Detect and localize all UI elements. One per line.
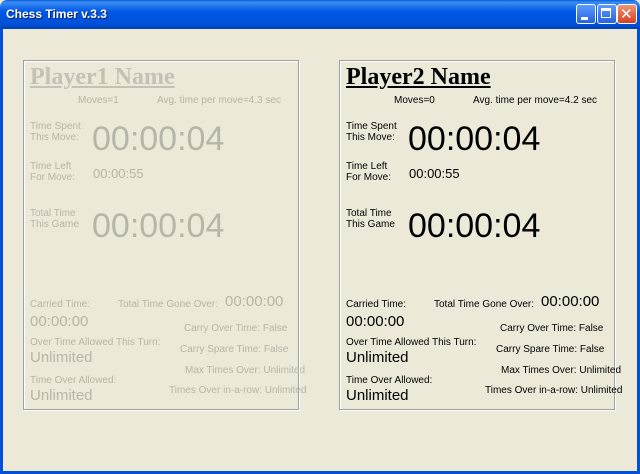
maximize-button[interactable]: [597, 4, 617, 24]
player2-over-allowed-turn-label: Over Time Allowed This Turn:: [346, 337, 477, 348]
player2-name: Player2 Name: [346, 64, 491, 90]
player1-carried-label: Carried Time:: [30, 299, 91, 310]
player2-time-over-allowed: Unlimited: [346, 387, 409, 404]
minimize-button[interactable]: [576, 4, 596, 24]
player1-total-label: Total Time This Game: [30, 208, 79, 230]
player2-time-spent: 00:00:04: [408, 120, 541, 158]
player1-max-times-over: Max Times Over: Unlimited: [185, 365, 306, 376]
player1-gone-over: 00:00:00: [225, 293, 284, 310]
player2-carry-over: Carry Over Time: False: [500, 323, 604, 334]
player1-carry-spare: Carry Spare Time: False: [180, 344, 289, 355]
player2-avg-time: Avg. time per move=4.2 sec: [473, 95, 598, 106]
player2-carried: 00:00:00: [346, 313, 405, 330]
player1-over-allowed-turn: Unlimited: [30, 349, 93, 366]
player1-total-time: 00:00:04: [92, 207, 225, 245]
player1-moves: Moves=1: [78, 95, 119, 106]
player2-times-over-row: Times Over in-a-row: Unlimited: [485, 385, 623, 396]
player2-time-spent-label: Time Spent This Move:: [346, 121, 397, 143]
player1-avg-time: Avg. time per move=4.3 sec: [157, 95, 282, 106]
player1-time-left-label: Time Left For Move:: [30, 161, 76, 183]
player1-carried: 00:00:00: [30, 313, 89, 330]
player2-time-left: 00:00:55: [409, 166, 460, 181]
player2-panel: Player2 Name Moves=0 Avg. time per move=…: [339, 60, 622, 410]
player2-time-left-label: Time Left For Move:: [346, 161, 392, 183]
player1-over-allowed-turn-label: Over Time Allowed This Turn:: [30, 337, 161, 348]
player1-time-over-allowed: Unlimited: [30, 387, 93, 404]
player2-total-time: 00:00:04: [408, 207, 541, 245]
player2-gone-over: 00:00:00: [541, 293, 600, 310]
window-title: Chess Timer v.3.3: [6, 7, 107, 21]
player1-times-over-row: Times Over in-a-row: Unlimited: [169, 385, 307, 396]
player1-time-over-allowed-label: Time Over Allowed:: [30, 375, 117, 386]
player1-carry-over: Carry Over Time: False: [184, 323, 288, 334]
close-icon: ✕: [620, 5, 633, 23]
player2-gone-over-label: Total Time Gone Over:: [434, 299, 535, 310]
player2-max-times-over: Max Times Over: Unlimited: [501, 365, 622, 376]
player2-time-over-allowed-label: Time Over Allowed:: [346, 375, 433, 386]
player1-gone-over-label: Total Time Gone Over:: [118, 299, 219, 310]
player2-carried-label: Carried Time:: [346, 299, 407, 310]
close-button[interactable]: ✕: [617, 4, 637, 24]
player2-carry-spare: Carry Spare Time: False: [496, 344, 605, 355]
title-bar[interactable]: Chess Timer v.3.3 ✕: [0, 0, 640, 29]
player1-name: Player1 Name: [30, 64, 175, 90]
player2-moves: Moves=0: [394, 95, 435, 106]
player2-over-allowed-turn: Unlimited: [346, 349, 409, 366]
minimize-icon: [581, 17, 588, 20]
player1-panel: Player1 Name Moves=1 Avg. time per move=…: [23, 60, 306, 410]
player2-total-label: Total Time This Game: [346, 208, 395, 230]
maximize-icon: [601, 8, 611, 18]
player1-time-spent-label: Time Spent This Move:: [30, 121, 81, 143]
player1-time-spent: 00:00:04: [92, 120, 225, 158]
player1-time-left: 00:00:55: [93, 166, 144, 181]
